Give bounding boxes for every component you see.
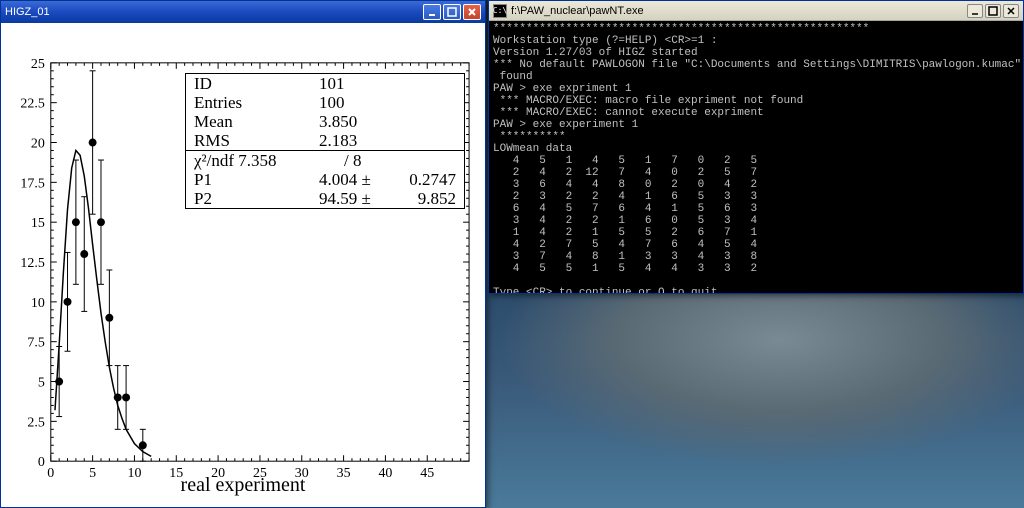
stat-p2-label: P2 xyxy=(194,189,289,209)
stat-p2-value: 94.59 ± xyxy=(289,189,386,209)
console-minimize-button[interactable] xyxy=(967,4,983,18)
stat-rms-value: 2.183 xyxy=(289,131,456,151)
higz-titlebar[interactable]: HIGZ_01 xyxy=(1,1,485,23)
svg-text:7.5: 7.5 xyxy=(27,336,44,351)
close-button[interactable] xyxy=(463,4,481,20)
console-titlebar[interactable]: C:\ f:\PAW_nuclear\pawNT.exe xyxy=(489,1,1023,21)
stat-p1-err: 0.2747 xyxy=(386,170,456,190)
svg-text:22.5: 22.5 xyxy=(20,97,44,112)
svg-text:12.5: 12.5 xyxy=(20,256,44,271)
stat-id-value: 101 xyxy=(289,74,456,94)
stat-p2-err: 9.852 xyxy=(386,189,456,209)
svg-text:2.5: 2.5 xyxy=(27,415,44,430)
plot-area: 05101520253035404502.557.51012.51517.520… xyxy=(1,23,485,507)
svg-text:25: 25 xyxy=(31,57,45,72)
stat-mean-label: Mean xyxy=(194,112,289,132)
svg-text:17.5: 17.5 xyxy=(20,176,44,191)
stat-rms-label: RMS xyxy=(194,131,289,151)
maximize-button[interactable] xyxy=(443,4,461,20)
svg-text:20: 20 xyxy=(31,136,45,151)
svg-text:10: 10 xyxy=(31,296,45,311)
console-close-button[interactable] xyxy=(1003,4,1019,18)
svg-text:0: 0 xyxy=(38,455,45,470)
stat-p1-label: P1 xyxy=(194,170,289,190)
stat-id-label: ID xyxy=(194,74,289,94)
x-axis-label: real experiment xyxy=(1,474,485,497)
cmd-icon: C:\ xyxy=(493,4,507,18)
console-maximize-button[interactable] xyxy=(985,4,1001,18)
stat-chi-value: / 8 xyxy=(314,151,456,171)
stat-entries-value: 100 xyxy=(289,93,456,113)
console-window: C:\ f:\PAW_nuclear\pawNT.exe ***********… xyxy=(488,0,1024,294)
console-title: f:\PAW_nuclear\pawNT.exe xyxy=(511,5,644,17)
stat-box: ID101 Entries100 Mean3.850 RMS2.183 χ²/n… xyxy=(185,73,465,209)
higz-title: HIGZ_01 xyxy=(5,6,50,18)
stat-mean-value: 3.850 xyxy=(289,112,456,132)
stat-entries-label: Entries xyxy=(194,93,289,113)
svg-text:15: 15 xyxy=(31,216,45,231)
minimize-button[interactable] xyxy=(423,4,441,20)
higz-window: HIGZ_01 05101520253035404502.557.51012.5… xyxy=(0,0,486,508)
stat-chi-label: χ²/ndf 7.358 xyxy=(194,151,314,171)
stat-p1-value: 4.004 ± xyxy=(289,170,386,190)
console-body[interactable]: ****************************************… xyxy=(489,21,1023,293)
svg-text:5: 5 xyxy=(38,375,45,390)
